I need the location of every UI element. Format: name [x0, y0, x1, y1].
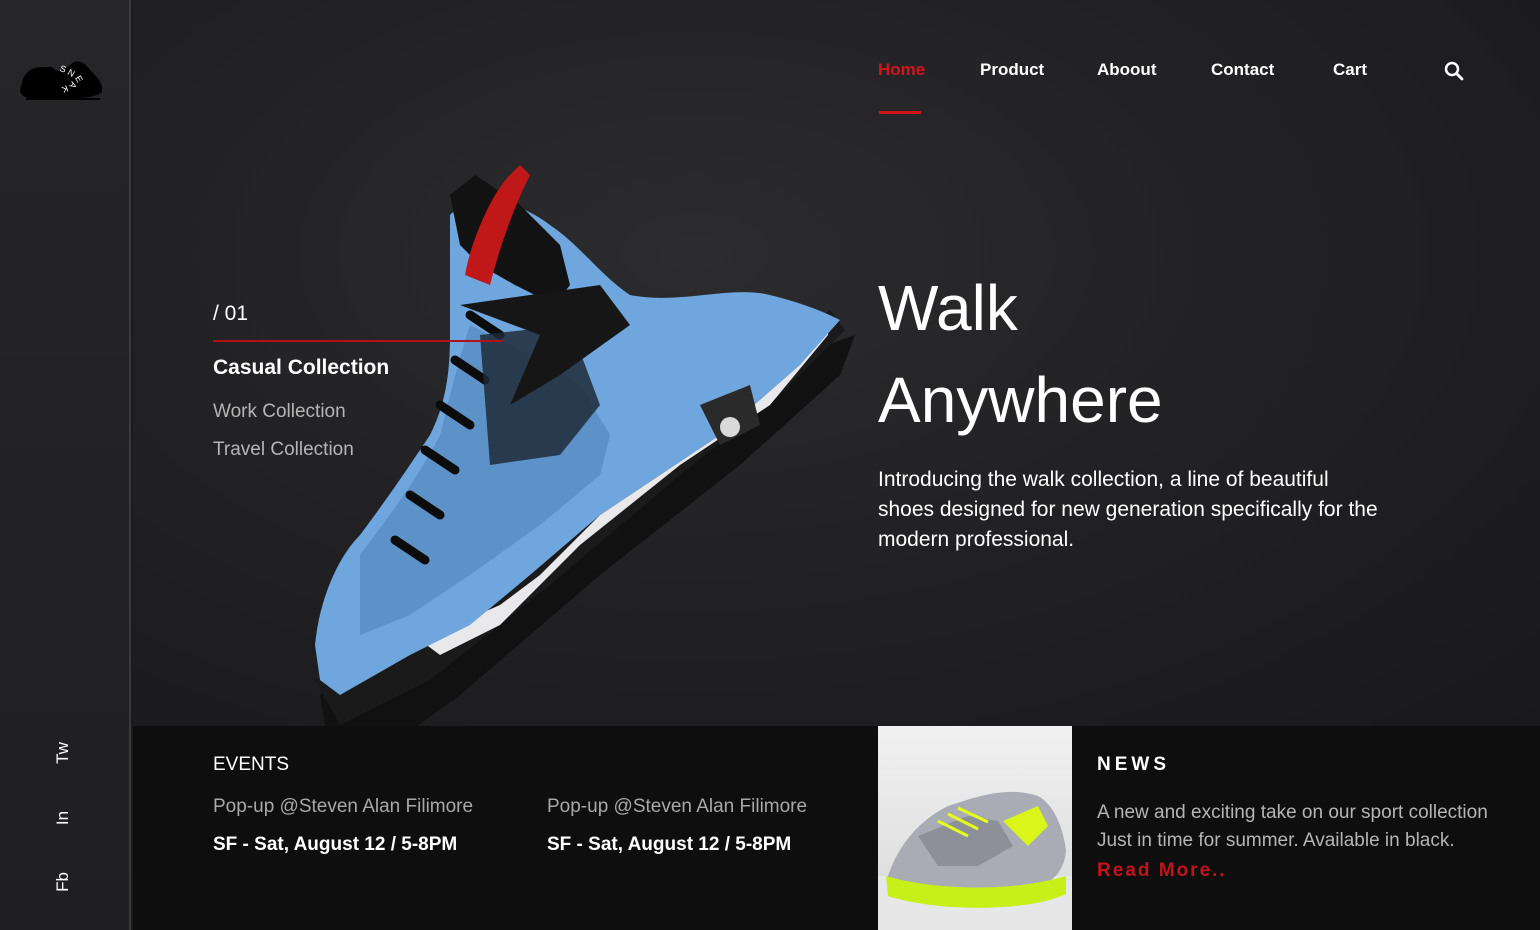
collection-work[interactable]: Work Collection — [213, 401, 346, 423]
nav-about[interactable]: Aboout — [1097, 60, 1156, 80]
linkedin-label: In — [53, 810, 72, 826]
slide-number: / 01 — [213, 302, 249, 325]
twitter-label: Tw — [52, 742, 72, 764]
news-title: NEWS — [1097, 754, 1170, 775]
event-2-name[interactable]: Pop-up @Steven Alan Filimore — [547, 796, 807, 818]
hero-headline: Walk Anywhere — [878, 262, 1163, 446]
nav-cart[interactable]: Cart — [1333, 60, 1367, 80]
news-line-2: Just in time for summer. Available in bl… — [1097, 830, 1455, 851]
news-line-1: A new and exciting take on our sport col… — [1097, 802, 1488, 823]
nav-product[interactable]: Product — [980, 60, 1044, 80]
slide-divider — [213, 340, 503, 342]
events-title: EVENTS — [213, 754, 290, 775]
event-2-date: SF - Sat, August 12 / 5-8PM — [547, 834, 792, 855]
nav-active-indicator — [879, 111, 921, 114]
news-text: A new and exciting take on our sport col… — [1097, 799, 1537, 855]
hero-intro: Introducing the walk collection, a line … — [878, 468, 1378, 551]
headline-line-1: Walk — [878, 272, 1018, 344]
nav-home[interactable]: Home — [878, 60, 925, 80]
collection-casual[interactable]: Casual Collection — [213, 356, 389, 380]
collection-travel[interactable]: Travel Collection — [213, 439, 354, 461]
search-button[interactable] — [1442, 59, 1466, 83]
hero-sneaker-image — [315, 165, 855, 760]
news-image[interactable] — [878, 726, 1072, 930]
left-rail: S N E A K Tw In Fb — [0, 0, 131, 930]
nav-contact[interactable]: Contact — [1211, 60, 1274, 80]
facebook-label: Fb — [53, 872, 72, 892]
read-more-link[interactable]: Read More.. — [1097, 860, 1227, 882]
event-1-name[interactable]: Pop-up @Steven Alan Filimore — [213, 796, 473, 818]
headline-line-2: Anywhere — [878, 364, 1163, 436]
linkedin-link[interactable]: In — [48, 798, 78, 838]
twitter-link[interactable]: Tw — [48, 733, 78, 773]
event-1-date: SF - Sat, August 12 / 5-8PM — [213, 834, 458, 855]
news-sneaker-image — [878, 791, 1072, 930]
main-nav: Home Product Aboout Contact Cart — [0, 60, 1540, 120]
facebook-link[interactable]: Fb — [48, 862, 78, 902]
search-icon — [1444, 61, 1464, 81]
